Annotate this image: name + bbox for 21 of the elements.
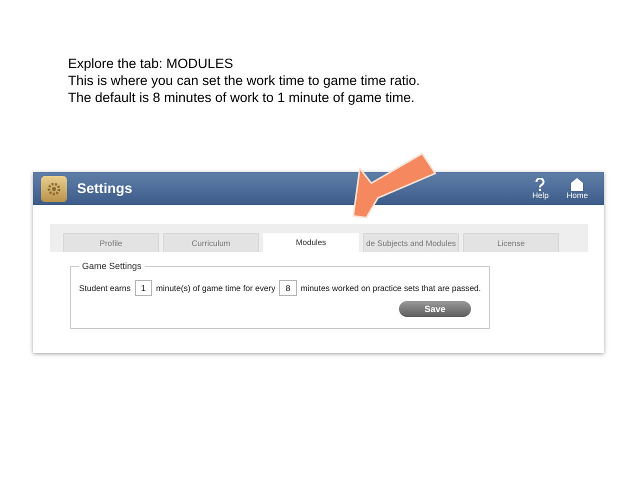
number-field[interactable]: 8	[279, 280, 297, 296]
number-field[interactable]: 1	[134, 280, 152, 296]
home-icon[interactable]	[571, 178, 584, 190]
label-text: minute(s) of game time for every	[156, 282, 276, 294]
caption-line: Explore the tab: MODULES	[68, 55, 234, 72]
label-text: minutes worked on practice sets that are passed.	[300, 282, 481, 294]
tab[interactable]: License	[463, 233, 559, 252]
save-button[interactable]: Save	[399, 301, 471, 317]
caption-line: This is where you can set the work time to game time ratio.	[68, 72, 421, 89]
group-title: Game Settings	[79, 260, 145, 272]
header-button-label[interactable]: Help	[532, 190, 549, 200]
help-icon[interactable]	[534, 178, 546, 190]
tab[interactable]: Curriculum	[163, 233, 259, 252]
tab[interactable]: Modules	[263, 233, 359, 252]
gear-icon	[41, 176, 67, 202]
tab[interactable]: de Subjects and Modules	[363, 233, 459, 252]
label-text: Student earns	[79, 282, 131, 294]
caption-line: The default is 8 minutes of work to 1 minute of game time.	[68, 89, 416, 106]
window-title: Settings	[77, 179, 132, 198]
header-button-label[interactable]: Home	[566, 190, 588, 200]
tab[interactable]: Profile	[63, 233, 159, 252]
